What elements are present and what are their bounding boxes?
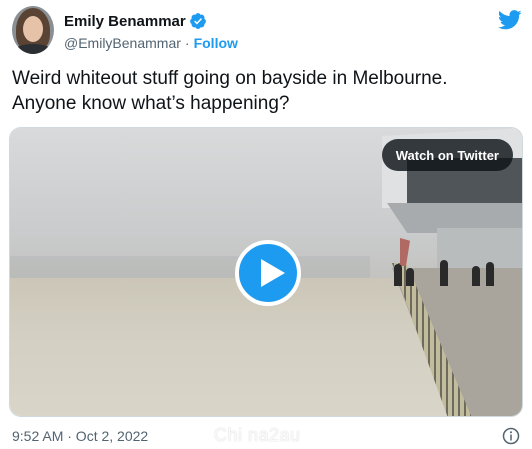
- author-info: Emily Benammar @EmilyBenammar · Follow: [64, 11, 238, 52]
- person: [486, 262, 494, 286]
- tweet-text-line-1: Weird whiteout stuff going on bayside in…: [12, 68, 448, 89]
- tweet-header: Emily Benammar @EmilyBenammar · Follow: [12, 6, 522, 56]
- tweet-text: Weird whiteout stuff going on bayside in…: [12, 66, 517, 116]
- twitter-bird-icon[interactable]: [498, 10, 522, 30]
- watch-on-twitter-button[interactable]: Watch on Twitter: [381, 139, 513, 171]
- avatar[interactable]: [12, 6, 54, 54]
- watermark: Chi na2au: [214, 425, 301, 445]
- handle[interactable]: @EmilyBenammar: [64, 35, 181, 51]
- avatar-shirt: [14, 44, 52, 54]
- people-group: [392, 256, 502, 286]
- verified-badge-icon: [189, 13, 206, 29]
- display-name-row: Emily Benammar: [64, 11, 238, 31]
- video-player[interactable]: Watch on Twitter: [9, 127, 523, 417]
- follow-button[interactable]: Follow: [194, 35, 238, 51]
- avatar-face: [23, 16, 43, 42]
- info-icon[interactable]: [502, 427, 520, 445]
- separator-dot: ·: [184, 35, 190, 51]
- timestamp[interactable]: 9:52 AM · Oct 2, 2022: [12, 428, 148, 444]
- person: [394, 264, 402, 286]
- tweet-footer: 9:52 AM · Oct 2, 2022 Chi na2au: [12, 425, 520, 446]
- play-button[interactable]: [235, 240, 301, 306]
- tweet-text-line-2: Anyone know what’s happening?: [12, 93, 290, 114]
- handle-row: @EmilyBenammar · Follow: [64, 34, 238, 52]
- person: [472, 266, 480, 286]
- display-name[interactable]: Emily Benammar: [64, 13, 186, 30]
- person: [406, 268, 414, 286]
- play-icon: [261, 259, 285, 287]
- person: [440, 260, 448, 286]
